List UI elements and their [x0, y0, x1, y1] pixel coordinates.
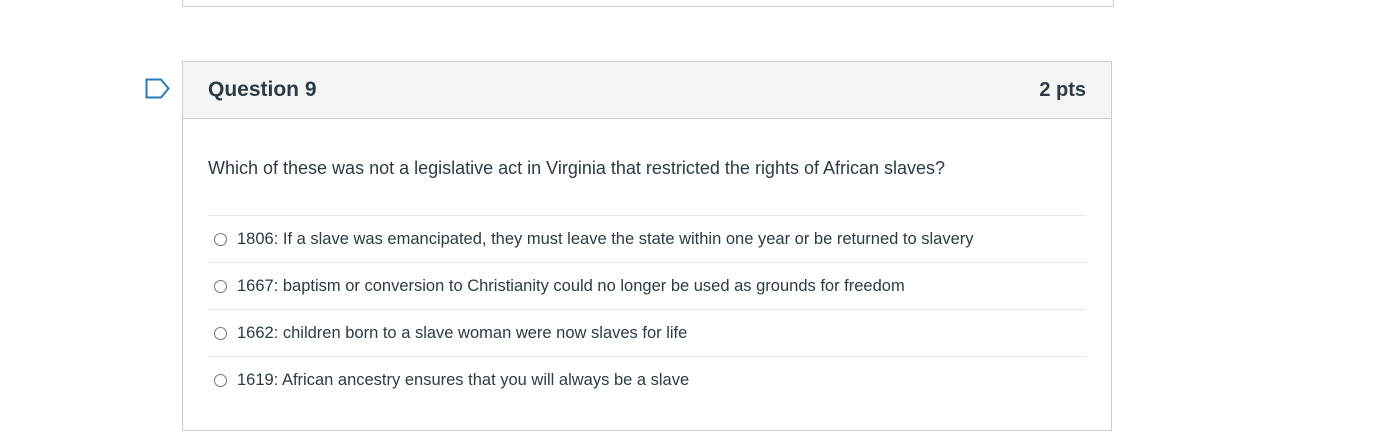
answer-list: 1806: If a slave was emancipated, they m… — [208, 215, 1086, 404]
answer-label: 1667: baptism or conversion to Christian… — [237, 276, 905, 295]
answer-label: 1619: African ancestry ensures that you … — [237, 371, 690, 389]
answer-label: 1662: children born to a slave woman wer… — [237, 323, 688, 342]
answer-option[interactable]: 1806: If a slave was emancipated, they m… — [208, 216, 1086, 263]
question-body: Which of these was not a legislative act… — [183, 119, 1111, 404]
radio-button[interactable] — [214, 326, 227, 340]
question-header: Question 9 2 pts — [183, 62, 1111, 119]
answer-option[interactable]: 1667: baptism or conversion to Christian… — [208, 263, 1086, 310]
answer-label: 1806: If a slave was emancipated, they m… — [237, 229, 974, 248]
question-points: 2 pts — [1039, 78, 1086, 101]
question-text: Which of these was not a legislative act… — [208, 158, 946, 178]
question-card: Question 9 2 pts Which of these was not … — [182, 61, 1112, 431]
previous-question-card — [182, 0, 1114, 7]
question-title: Question 9 — [208, 78, 317, 101]
answer-option[interactable]: 1619: African ancestry ensures that you … — [208, 357, 1086, 404]
radio-button[interactable] — [214, 232, 227, 246]
radio-button[interactable] — [214, 374, 227, 387]
flag-question-icon[interactable] — [145, 78, 171, 99]
answer-option[interactable]: 1662: children born to a slave woman wer… — [208, 310, 1086, 357]
radio-button[interactable] — [214, 279, 227, 293]
quiz-page: Question 9 2 pts Which of these was not … — [0, 0, 1383, 443]
